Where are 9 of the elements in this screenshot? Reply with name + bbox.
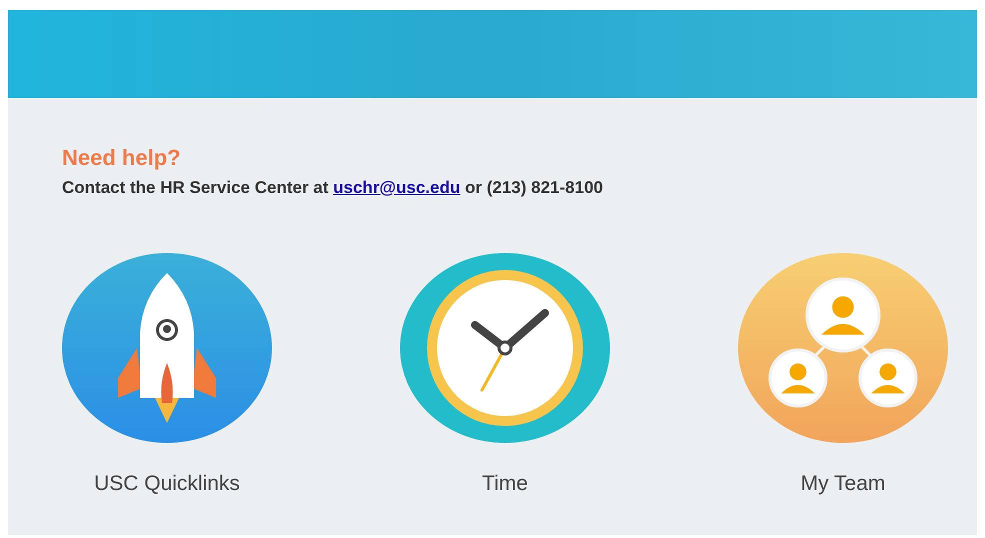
rocket-icon: [62, 253, 272, 443]
team-icon: [738, 253, 948, 443]
email-link[interactable]: uschr@usc.edu: [333, 178, 460, 196]
help-heading: Need help?: [62, 144, 182, 172]
app-tile[interactable]: USC Quicklinks: [60, 253, 274, 500]
app-tile[interactable]: My Team: [736, 253, 950, 500]
app-tile[interactable]: Time: [398, 253, 612, 500]
clock-icon: [400, 253, 610, 443]
help-text: Contact the HR Service Center at uschr@usc.edu or (213) 821-8100: [62, 176, 604, 198]
